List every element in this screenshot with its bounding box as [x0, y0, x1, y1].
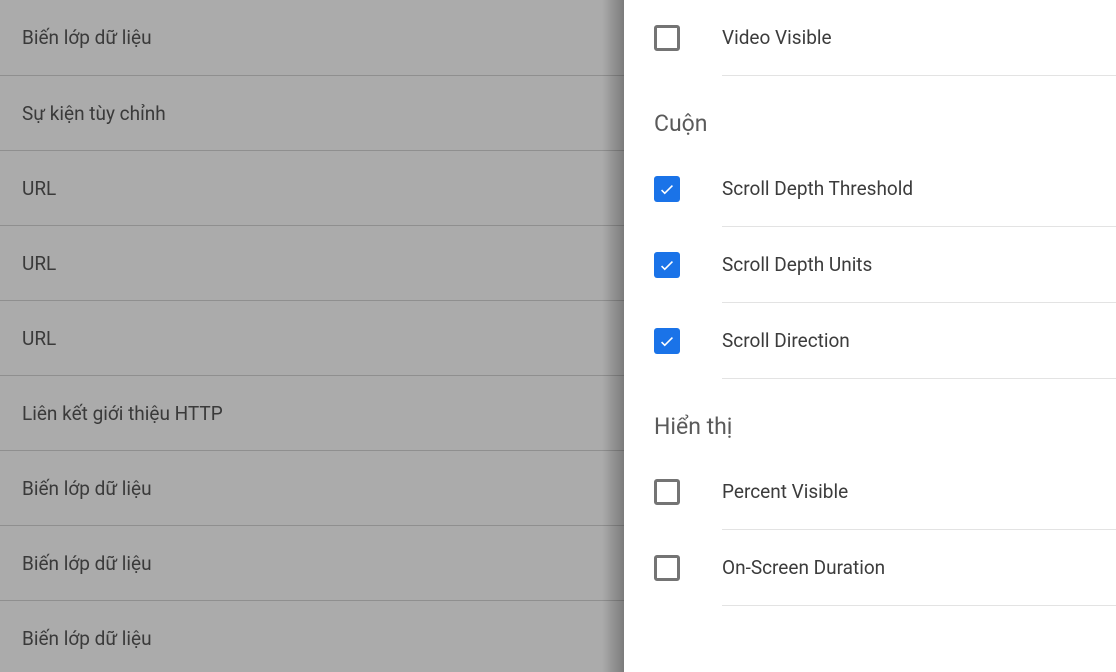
check-icon	[658, 256, 676, 274]
variable-row-video-visible: Video Visible	[654, 0, 1116, 76]
checkbox-label: Video Visible	[722, 26, 832, 49]
checkbox-label: Scroll Depth Threshold	[722, 177, 913, 200]
table-row[interactable]: Liên kết giới thiệu HTTP	[0, 376, 624, 451]
table-row[interactable]: Biến lớp dữ liệu	[0, 451, 624, 526]
checkbox-percent-visible[interactable]	[654, 479, 680, 505]
checkbox-on-screen-duration[interactable]	[654, 555, 680, 581]
variable-row-scroll-depth-threshold: Scroll Depth Threshold	[654, 151, 1116, 227]
variable-row-on-screen-duration: On-Screen Duration	[654, 530, 1116, 606]
label-wrap: Scroll Depth Threshold	[722, 151, 1116, 227]
row-label: Biến lớp dữ liệu	[22, 477, 152, 500]
variable-row-percent-visible: Percent Visible	[654, 454, 1116, 530]
row-label: Biến lớp dữ liệu	[22, 552, 152, 575]
checkbox-label: Percent Visible	[722, 480, 848, 503]
row-label: Biến lớp dữ liệu	[22, 26, 152, 49]
row-label: URL	[22, 252, 56, 275]
row-label: URL	[22, 327, 56, 350]
section-heading-visibility: Hiển thị	[654, 379, 1116, 454]
checkbox-scroll-depth-threshold[interactable]	[654, 176, 680, 202]
label-wrap: Video Visible	[722, 0, 1116, 76]
checkbox-label: On-Screen Duration	[722, 556, 885, 579]
label-wrap: Scroll Direction	[722, 303, 1116, 379]
table-row[interactable]: URL	[0, 151, 624, 226]
section-heading-scroll: Cuộn	[654, 76, 1116, 151]
checkbox-scroll-depth-units[interactable]	[654, 252, 680, 278]
left-column: Biến lớp dữ liệu Sự kiện tùy chỉnh URL U…	[0, 0, 624, 672]
checkbox-label: Scroll Direction	[722, 329, 850, 352]
table-row[interactable]: URL	[0, 226, 624, 301]
table-row[interactable]: Biến lớp dữ liệu	[0, 601, 624, 672]
checkbox-video-visible[interactable]	[654, 25, 680, 51]
right-sidebar: Video Visible Cuộn Scroll Depth Threshol…	[624, 0, 1116, 672]
label-wrap: Percent Visible	[722, 454, 1116, 530]
variable-row-scroll-direction: Scroll Direction	[654, 303, 1116, 379]
checkbox-scroll-direction[interactable]	[654, 328, 680, 354]
checkbox-label: Scroll Depth Units	[722, 253, 872, 276]
table-row[interactable]: URL	[0, 301, 624, 376]
row-label: URL	[22, 177, 56, 200]
table-row[interactable]: Biến lớp dữ liệu	[0, 0, 624, 76]
label-wrap: Scroll Depth Units	[722, 227, 1116, 303]
table-row[interactable]: Sự kiện tùy chỉnh	[0, 76, 624, 151]
row-label: Biến lớp dữ liệu	[22, 627, 152, 650]
label-wrap: On-Screen Duration	[722, 530, 1116, 606]
check-icon	[658, 332, 676, 350]
row-label: Sự kiện tùy chỉnh	[22, 102, 166, 125]
row-label: Liên kết giới thiệu HTTP	[22, 402, 223, 425]
check-icon	[658, 180, 676, 198]
variable-row-scroll-depth-units: Scroll Depth Units	[654, 227, 1116, 303]
table-row[interactable]: Biến lớp dữ liệu	[0, 526, 624, 601]
